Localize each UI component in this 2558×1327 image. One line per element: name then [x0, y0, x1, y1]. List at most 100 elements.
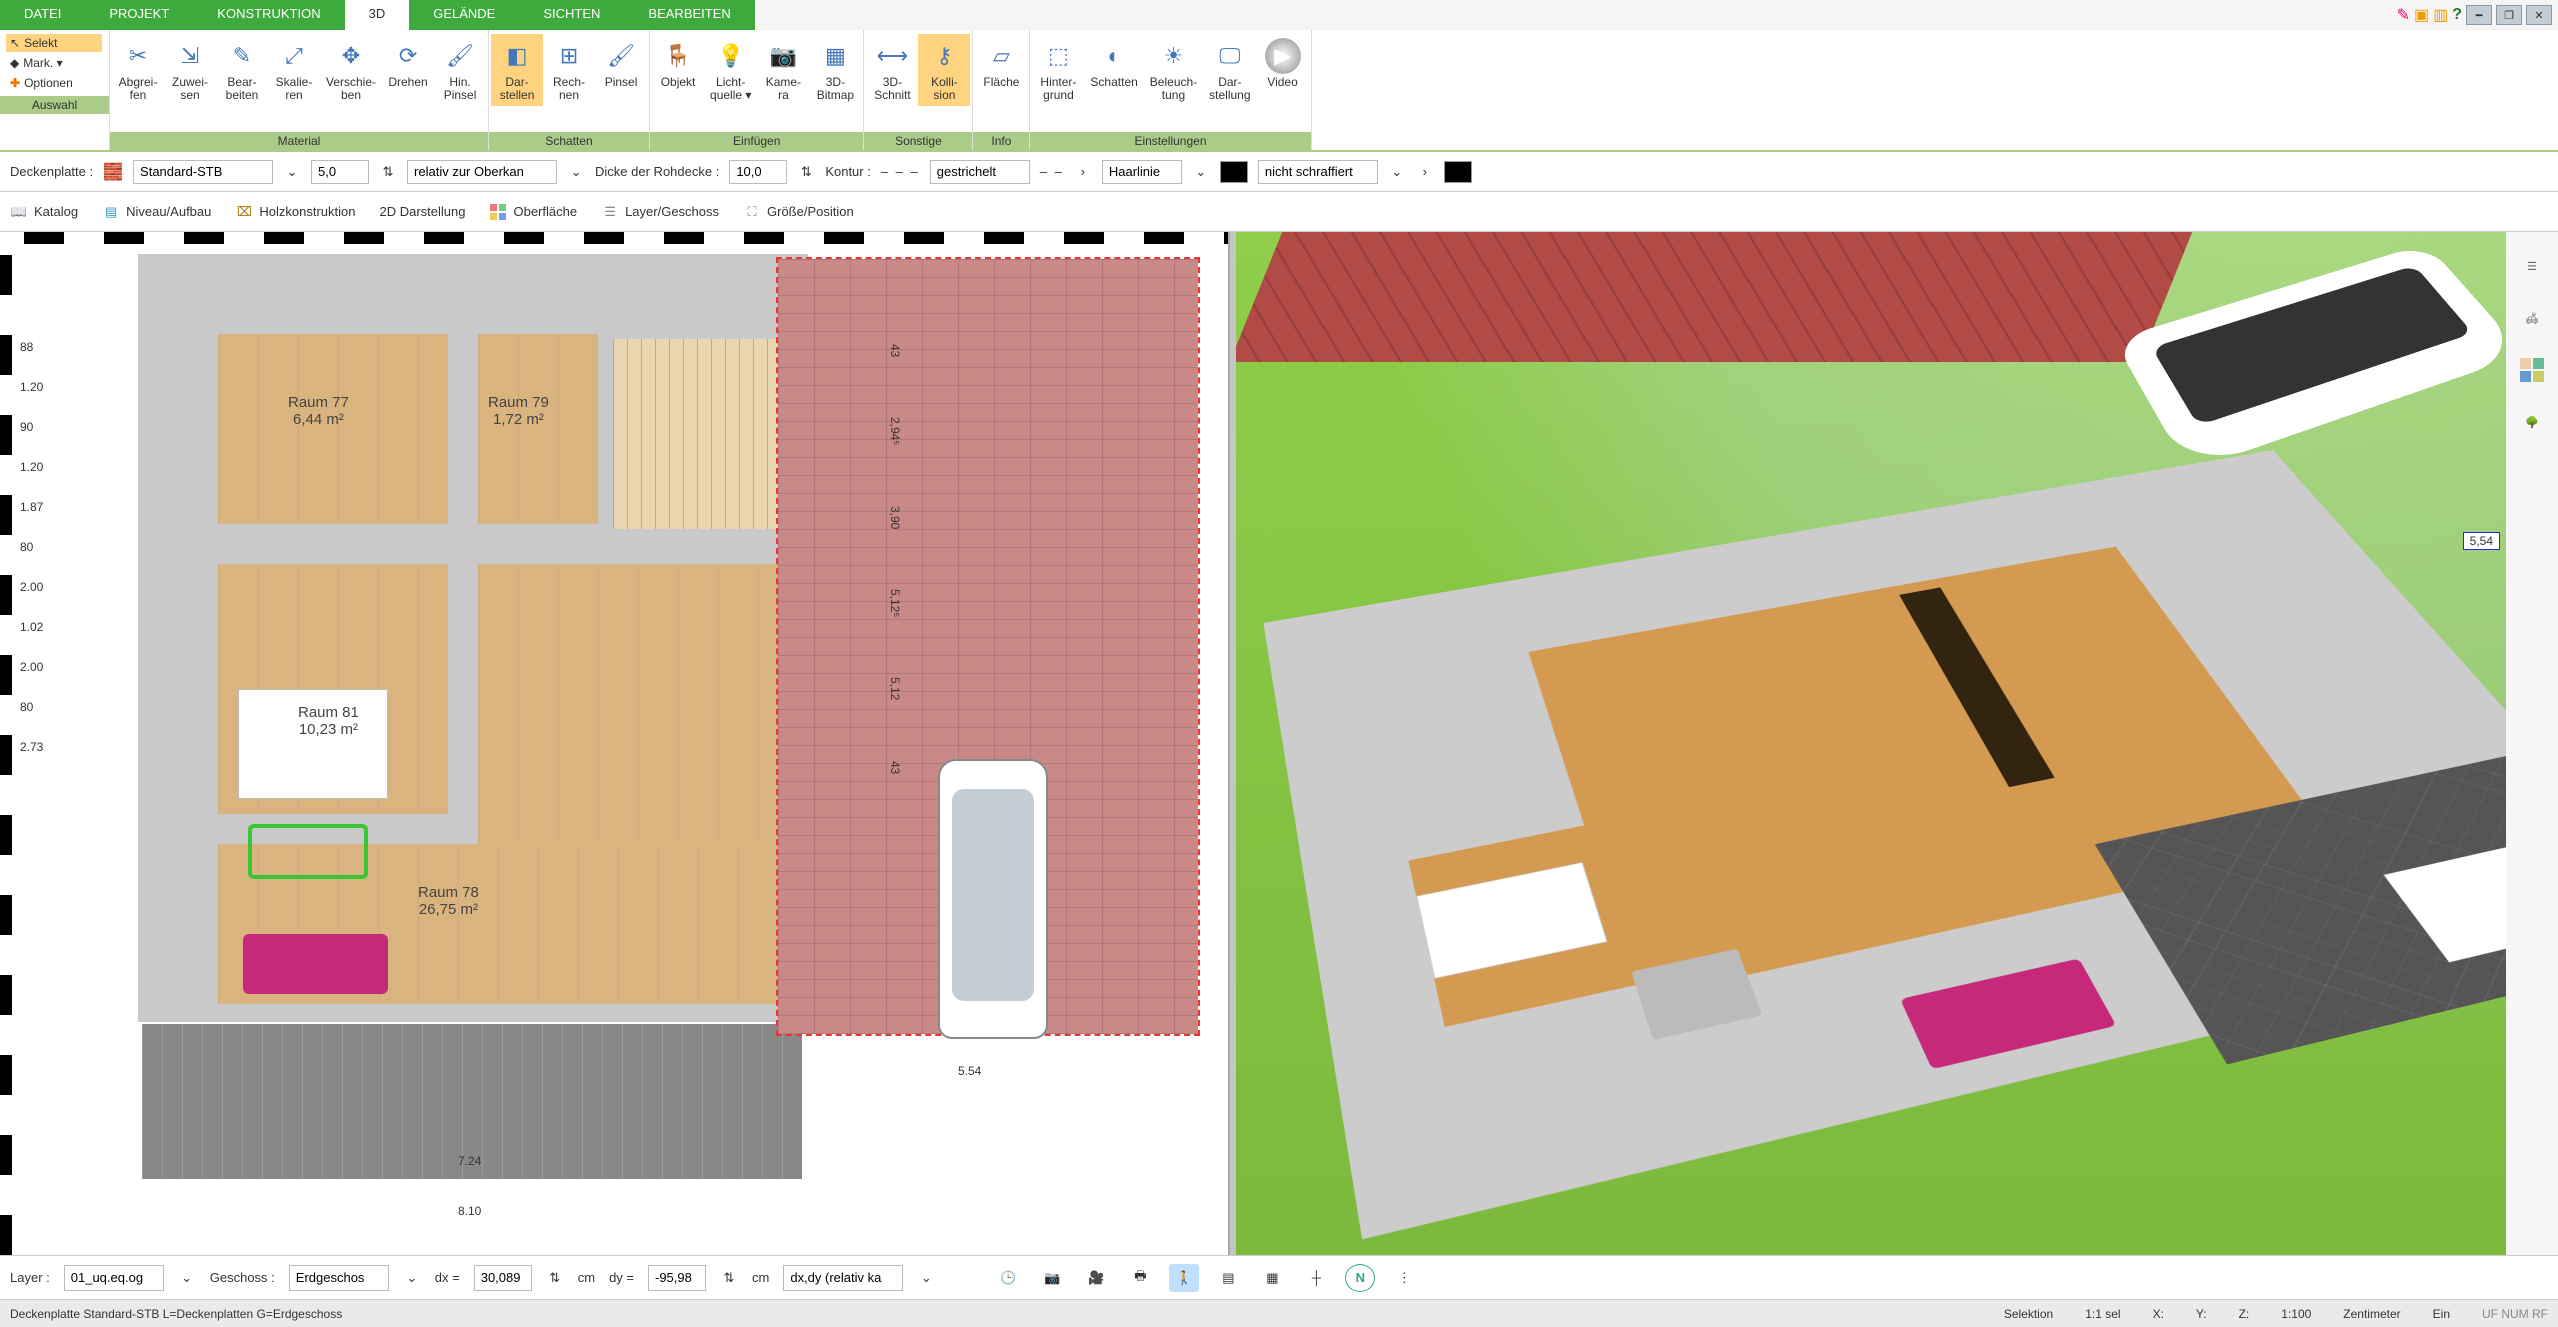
ribbon-hinter-grund-button[interactable]: ⬚Hinter- grund	[1032, 34, 1084, 106]
view-3d[interactable]: 5,54 ☰ 🛋 🌳	[1236, 232, 2558, 1255]
ribbon-verschie-ben-button[interactable]: ✥Verschie- ben	[320, 34, 382, 106]
status-bar: Deckenplatte Standard-STB L=Deckenplatte…	[0, 1299, 2558, 1327]
help-icon[interactable]: ?	[2452, 6, 2462, 24]
close-button[interactable]: ✕	[2526, 5, 2552, 25]
chevron-down-icon[interactable]: ⌄	[403, 1270, 421, 1286]
chevron-down-icon[interactable]: ⌄	[1192, 164, 1210, 180]
spinner-icon[interactable]: ⇅	[379, 164, 397, 180]
layer-label: Layer :	[10, 1270, 50, 1285]
walk-icon[interactable]: 🚶	[1169, 1264, 1199, 1292]
menu-tab-sichten[interactable]: SICHTEN	[519, 0, 624, 30]
floor-select[interactable]	[289, 1265, 389, 1291]
unit-label: cm	[578, 1270, 595, 1285]
dx-input[interactable]	[474, 1265, 532, 1291]
ribbon-schatten-button[interactable]: ◐Schatten	[1084, 34, 1143, 93]
restore-button[interactable]: ❐	[2496, 5, 2522, 25]
ribbon-objekt-button[interactable]: 🪑Objekt	[652, 34, 704, 93]
clock-icon[interactable]: 🕒	[993, 1264, 1023, 1292]
ribbon-kolli-sion-button[interactable]: ⚷Kolli- sion	[918, 34, 970, 106]
layer-select[interactable]	[64, 1265, 164, 1291]
ribbon-3d-schnitt-button[interactable]: ⟷3D- Schnitt	[866, 34, 918, 106]
forward-icon[interactable]: ›	[1416, 164, 1434, 179]
relative-select[interactable]	[407, 160, 557, 184]
menu-tab-gelände[interactable]: GELÄNDE	[409, 0, 519, 30]
ribbon-fläche-button[interactable]: ▱Fläche	[975, 34, 1027, 93]
catalog-button[interactable]: 📖Katalog	[10, 203, 78, 221]
material-select[interactable]	[133, 160, 273, 184]
dy-input[interactable]	[648, 1265, 706, 1291]
wood-button[interactable]: ⌧Holzkonstruktion	[235, 203, 355, 221]
dim-3d: 5,54	[2463, 532, 2500, 550]
coord-mode-select[interactable]	[783, 1265, 903, 1291]
shadow-icon: ◐	[1096, 38, 1132, 74]
stack-icon[interactable]: ▤	[1213, 1264, 1243, 1292]
forward-icon[interactable]: ›	[1074, 164, 1092, 179]
ribbon-drehen-button[interactable]: ⟳Drehen	[382, 34, 434, 93]
offset-input[interactable]	[311, 160, 369, 184]
chevron-down-icon[interactable]: ⌄	[917, 1270, 935, 1286]
grid-icon[interactable]: ▦	[1257, 1264, 1287, 1292]
mark-button[interactable]: ◆Mark. ▾	[6, 54, 102, 72]
view-2d[interactable]: Raum 776,44 m² Raum 791,72 m² Raum 8110,…	[0, 232, 1230, 1255]
size-button[interactable]: ⛶Größe/Position	[743, 203, 854, 221]
package2-icon[interactable]: ▥	[2433, 5, 2448, 25]
menu-tab-konstruktion[interactable]: KONSTRUKTION	[193, 0, 344, 30]
ribbon-pinsel-button[interactable]: 🖌Pinsel	[595, 34, 647, 93]
spinner-icon[interactable]: ⇅	[546, 1270, 564, 1286]
color-swatch-black[interactable]	[1220, 161, 1248, 183]
thickness-input[interactable]	[729, 160, 787, 184]
2d-display-button[interactable]: 2D Darstellung	[379, 204, 465, 219]
collision-icon: ⚷	[926, 38, 962, 74]
ribbon-skalie-ren-button[interactable]: ⤢Skalie- ren	[268, 34, 320, 106]
contour-style-select[interactable]	[930, 160, 1030, 184]
minimize-button[interactable]: ━	[2466, 5, 2492, 25]
plan-canvas[interactable]: Raum 776,44 m² Raum 791,72 m² Raum 8110,…	[18, 244, 1228, 1255]
tag-icon: ◆	[10, 56, 19, 70]
spinner-icon[interactable]: ⇅	[720, 1270, 738, 1286]
spinner-icon[interactable]: ⇅	[797, 164, 815, 180]
ribbon-rech-nen-button[interactable]: ⊞Rech- nen	[543, 34, 595, 106]
package-icon[interactable]: ▣	[2414, 5, 2429, 25]
ribbon-bear-beiten-button[interactable]: ✎Bear- beiten	[216, 34, 268, 106]
menu-tab-bearbeiten[interactable]: BEARBEITEN	[624, 0, 754, 30]
ribbon-3d-bitmap-button[interactable]: ▦3D- Bitmap	[809, 34, 861, 106]
assign-icon: ⇲	[172, 38, 208, 74]
layers-icon[interactable]: ☰	[2516, 250, 2548, 282]
tree-icon[interactable]: 🌳	[2516, 406, 2548, 438]
menu-tab-datei[interactable]: DATEI	[0, 0, 85, 30]
ribbon-video-button[interactable]: ▶Video	[1257, 34, 1309, 93]
grid2-icon[interactable]: ┼	[1301, 1264, 1331, 1292]
hairline-select[interactable]	[1102, 160, 1182, 184]
chevron-down-icon[interactable]: ⌄	[1388, 164, 1406, 180]
printer-icon[interactable]: 🖶	[1125, 1264, 1155, 1292]
ribbon-dar-stellung-button[interactable]: 🖵Dar- stellung	[1203, 34, 1256, 106]
ribbon-licht-quelle-button[interactable]: 💡Licht- quelle ▾	[704, 34, 757, 106]
ribbon-dar-stellen-button[interactable]: ◧Dar- stellen	[491, 34, 543, 106]
chevron-down-icon[interactable]: ⌄	[283, 164, 301, 180]
hatch-select[interactable]	[1258, 160, 1378, 184]
level-button[interactable]: ▤Niveau/Aufbau	[102, 203, 211, 221]
ribbon-abgrei-fen-button[interactable]: ✂Abgrei- fen	[112, 34, 164, 106]
ribbon-kame-ra-button[interactable]: 📷Kame- ra	[757, 34, 809, 106]
menu-icon[interactable]: ⋮	[1389, 1264, 1419, 1292]
select-button[interactable]: ↖Selekt	[6, 34, 102, 52]
ribbon-beleuch-tung-button[interactable]: ☀Beleuch- tung	[1144, 34, 1203, 106]
surface-button[interactable]: Oberfläche	[489, 203, 577, 221]
furniture-icon[interactable]: 🛋	[2516, 302, 2548, 334]
wand-icon[interactable]: ✎	[2397, 5, 2410, 25]
ribbon-group-selection: ↖Selekt ◆Mark. ▾ ✚Optionen Auswahl	[0, 30, 110, 150]
options-button[interactable]: ✚Optionen	[6, 74, 102, 92]
ribbon-hin.pinsel-button[interactable]: 🖌Hin. Pinsel	[434, 34, 486, 106]
camera-icon[interactable]: 📷	[1037, 1264, 1067, 1292]
north-icon[interactable]: N	[1345, 1264, 1375, 1292]
menu-tab-projekt[interactable]: PROJEKT	[85, 0, 193, 30]
palette-icon[interactable]	[2516, 354, 2548, 386]
menu-tab-3d[interactable]: 3D	[345, 0, 410, 30]
chevron-down-icon[interactable]: ⌄	[178, 1270, 196, 1286]
section-icon: ⟷	[874, 38, 910, 74]
color-swatch-black2[interactable]	[1444, 161, 1472, 183]
ribbon-zuwei-sen-button[interactable]: ⇲Zuwei- sen	[164, 34, 216, 106]
chevron-down-icon[interactable]: ⌄	[567, 164, 585, 180]
record-icon[interactable]: 🎥	[1081, 1264, 1111, 1292]
layer-button[interactable]: ☰Layer/Geschoss	[601, 203, 719, 221]
